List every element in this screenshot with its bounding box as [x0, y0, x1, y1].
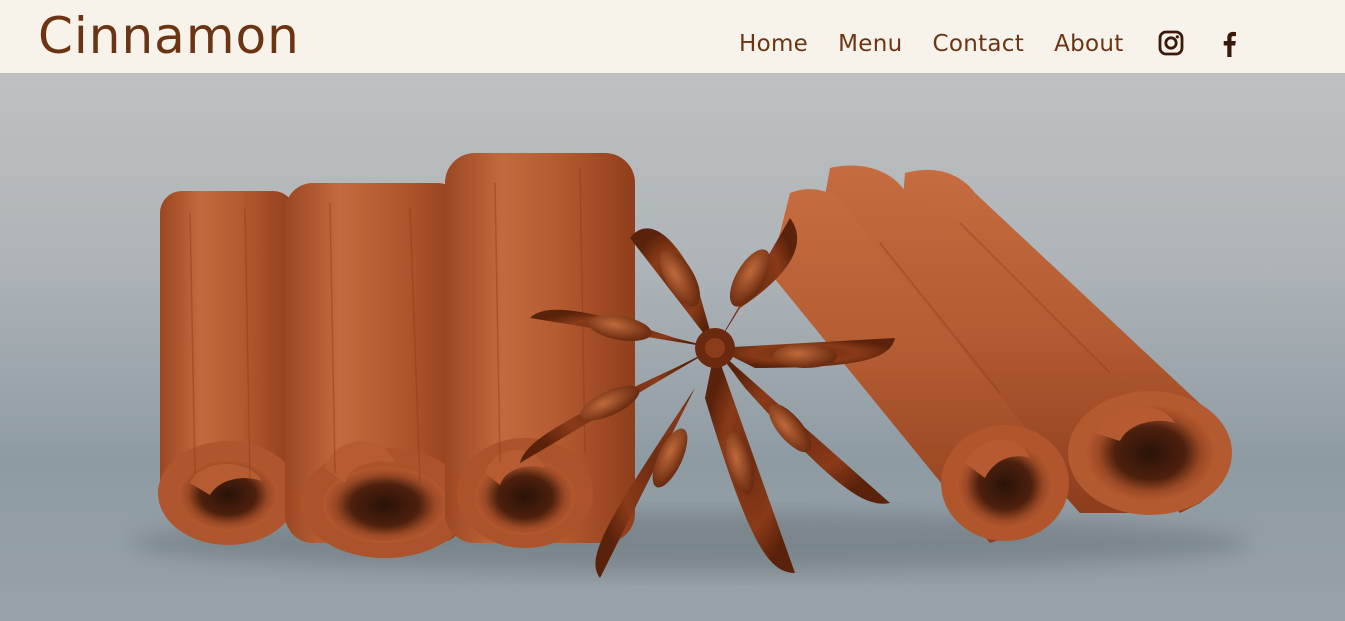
instagram-icon: [1158, 30, 1183, 56]
instagram-link[interactable]: [1158, 30, 1186, 58]
nav-link-contact[interactable]: Contact: [932, 27, 1024, 61]
nav-link-home[interactable]: Home: [739, 27, 808, 61]
facebook-link[interactable]: [1220, 30, 1248, 58]
facebook-icon: [1223, 31, 1236, 57]
site-logo[interactable]: Cinnamon: [38, 6, 300, 66]
site-header: Cinnamon Home Menu Contact About: [0, 0, 1345, 73]
hero-photo-cinnamon-star-anise: [0, 73, 1345, 621]
nav-link-about[interactable]: About: [1054, 27, 1124, 61]
nav-link-menu[interactable]: Menu: [838, 27, 902, 61]
main-nav: Home Menu Contact About: [739, 27, 1248, 61]
hero-image: [0, 73, 1345, 621]
